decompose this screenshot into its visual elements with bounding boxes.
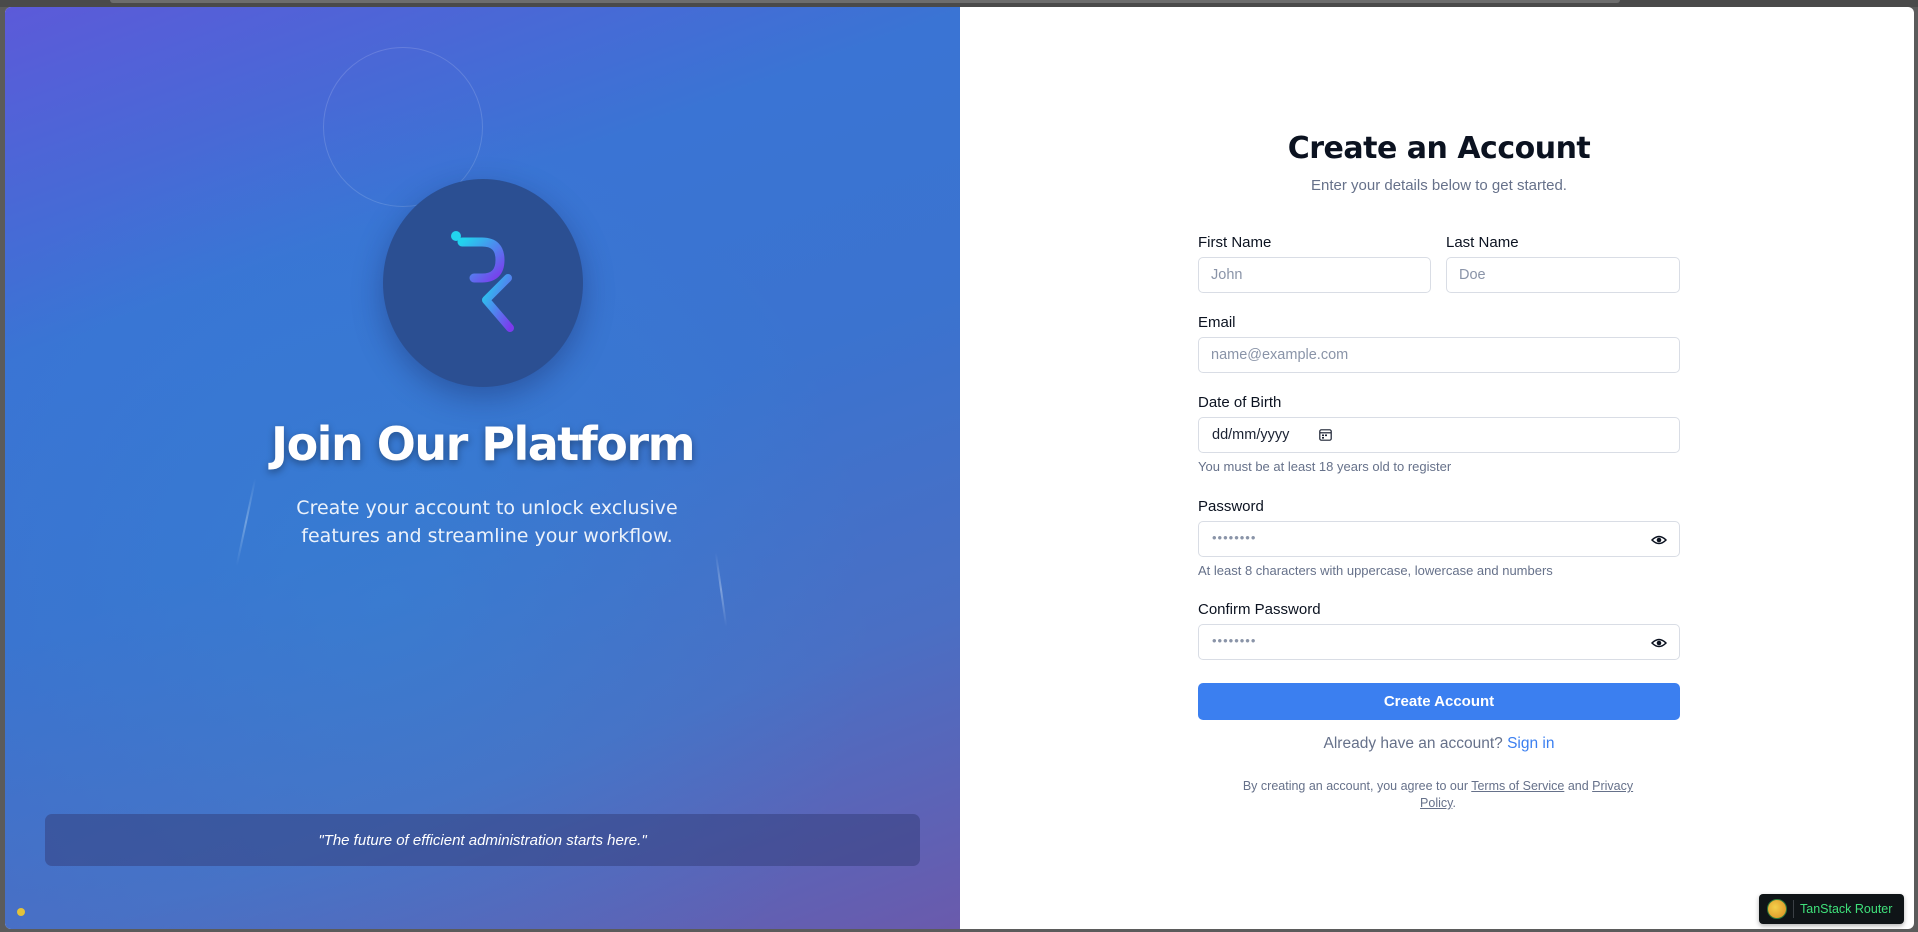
dob-hint: You must be at least 18 years old to reg… — [1198, 459, 1452, 474]
dob-input[interactable]: dd/mm/yyyy — [1198, 417, 1680, 453]
signin-prompt-text: Already have an account? — [1323, 735, 1503, 752]
create-account-button[interactable]: Create Account — [1198, 683, 1680, 720]
quote-banner: "The future of efficient administration … — [45, 814, 920, 866]
last-name-label: Last Name — [1446, 234, 1519, 251]
form-title: Create an Account — [1287, 131, 1591, 166]
status-indicator-dot — [17, 908, 25, 916]
quote-text: "The future of efficient administration … — [318, 831, 647, 849]
first-name-label: First Name — [1198, 234, 1272, 251]
decorative-line — [714, 552, 728, 627]
hero-subtitle: Create your account to unlock exclusive … — [296, 497, 678, 547]
terms-and-text: and — [1567, 779, 1589, 793]
terms-suffix-text: . — [1452, 796, 1456, 810]
tanstack-router-devtools-button[interactable]: TanStack Router — [1759, 894, 1904, 924]
dob-label: Date of Birth — [1198, 394, 1282, 411]
terms-notice: By creating an account, you agree to our… — [1238, 778, 1638, 812]
last-name-input[interactable] — [1446, 257, 1680, 293]
browser-top-bar-strip — [110, 0, 1620, 3]
confirm-password-label: Confirm Password — [1198, 601, 1321, 618]
sign-in-link[interactable]: Sign in — [1507, 735, 1554, 752]
email-input[interactable] — [1198, 337, 1680, 373]
browser-top-bar — [0, 0, 1918, 7]
logo-badge — [383, 179, 583, 387]
password-hint: At least 8 characters with uppercase, lo… — [1198, 563, 1553, 578]
decorative-line — [235, 477, 257, 567]
password-input[interactable]: •••••••• — [1198, 521, 1680, 557]
devtools-label: TanStack Router — [1800, 902, 1893, 916]
hero-title: Join Our Platform — [270, 417, 696, 471]
terms-of-service-link[interactable]: Terms of Service — [1471, 779, 1564, 793]
email-label: Email — [1198, 314, 1236, 331]
hero-panel: Join Our Platform Create your account to… — [5, 7, 960, 929]
dob-value: dd/mm/yyyy — [1212, 427, 1290, 443]
password-label: Password — [1198, 498, 1264, 515]
eye-icon[interactable] — [1651, 636, 1667, 650]
password-mask: •••••••• — [1212, 530, 1257, 545]
terms-prefix-text: By creating an account, you agree to our — [1242, 779, 1468, 793]
form-subtitle: Enter your details below to get started. — [1311, 177, 1567, 194]
calendar-icon[interactable] — [1319, 428, 1332, 441]
first-name-input[interactable] — [1198, 257, 1431, 293]
confirm-password-mask: •••••••• — [1212, 633, 1257, 648]
devtools-divider — [1793, 900, 1794, 918]
signin-prompt-line: Already have an account? Sign in — [1198, 735, 1680, 753]
tanstack-logo-icon — [1767, 899, 1787, 919]
eye-icon[interactable] — [1651, 533, 1667, 547]
app-window: Join Our Platform Create your account to… — [5, 7, 1914, 929]
confirm-password-input[interactable]: •••••••• — [1198, 624, 1680, 660]
logo-icon — [451, 231, 514, 332]
